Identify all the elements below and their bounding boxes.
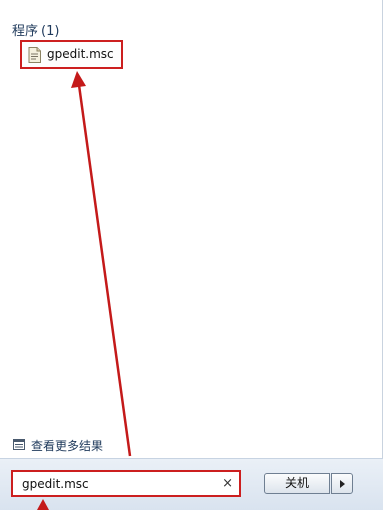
chevron-right-icon <box>340 480 345 488</box>
msc-file-icon <box>28 47 41 63</box>
section-count: (1) <box>41 24 60 39</box>
section-title: 程序 <box>12 24 39 39</box>
results-section-header: 程序 (1) <box>12 20 59 39</box>
see-more-results-label: 查看更多结果 <box>31 439 104 453</box>
annotation-overlay <box>37 71 132 510</box>
search-box[interactable]: × <box>11 470 241 497</box>
shutdown-button[interactable]: 关机 <box>264 473 330 494</box>
search-input[interactable] <box>22 475 212 492</box>
result-item-label: gpedit.msc <box>47 47 114 61</box>
annotation-arrow-up <box>71 71 132 457</box>
shutdown-options-button[interactable] <box>331 473 353 494</box>
clear-search-icon[interactable]: × <box>222 475 233 492</box>
shutdown-button-group: 关机 <box>264 473 354 494</box>
result-item-gpedit[interactable]: gpedit.msc <box>20 40 123 69</box>
more-results-icon <box>13 439 25 450</box>
start-menu-search-panel: 程序(1) gpedit.msc 查看更多结果 × <box>0 0 383 510</box>
